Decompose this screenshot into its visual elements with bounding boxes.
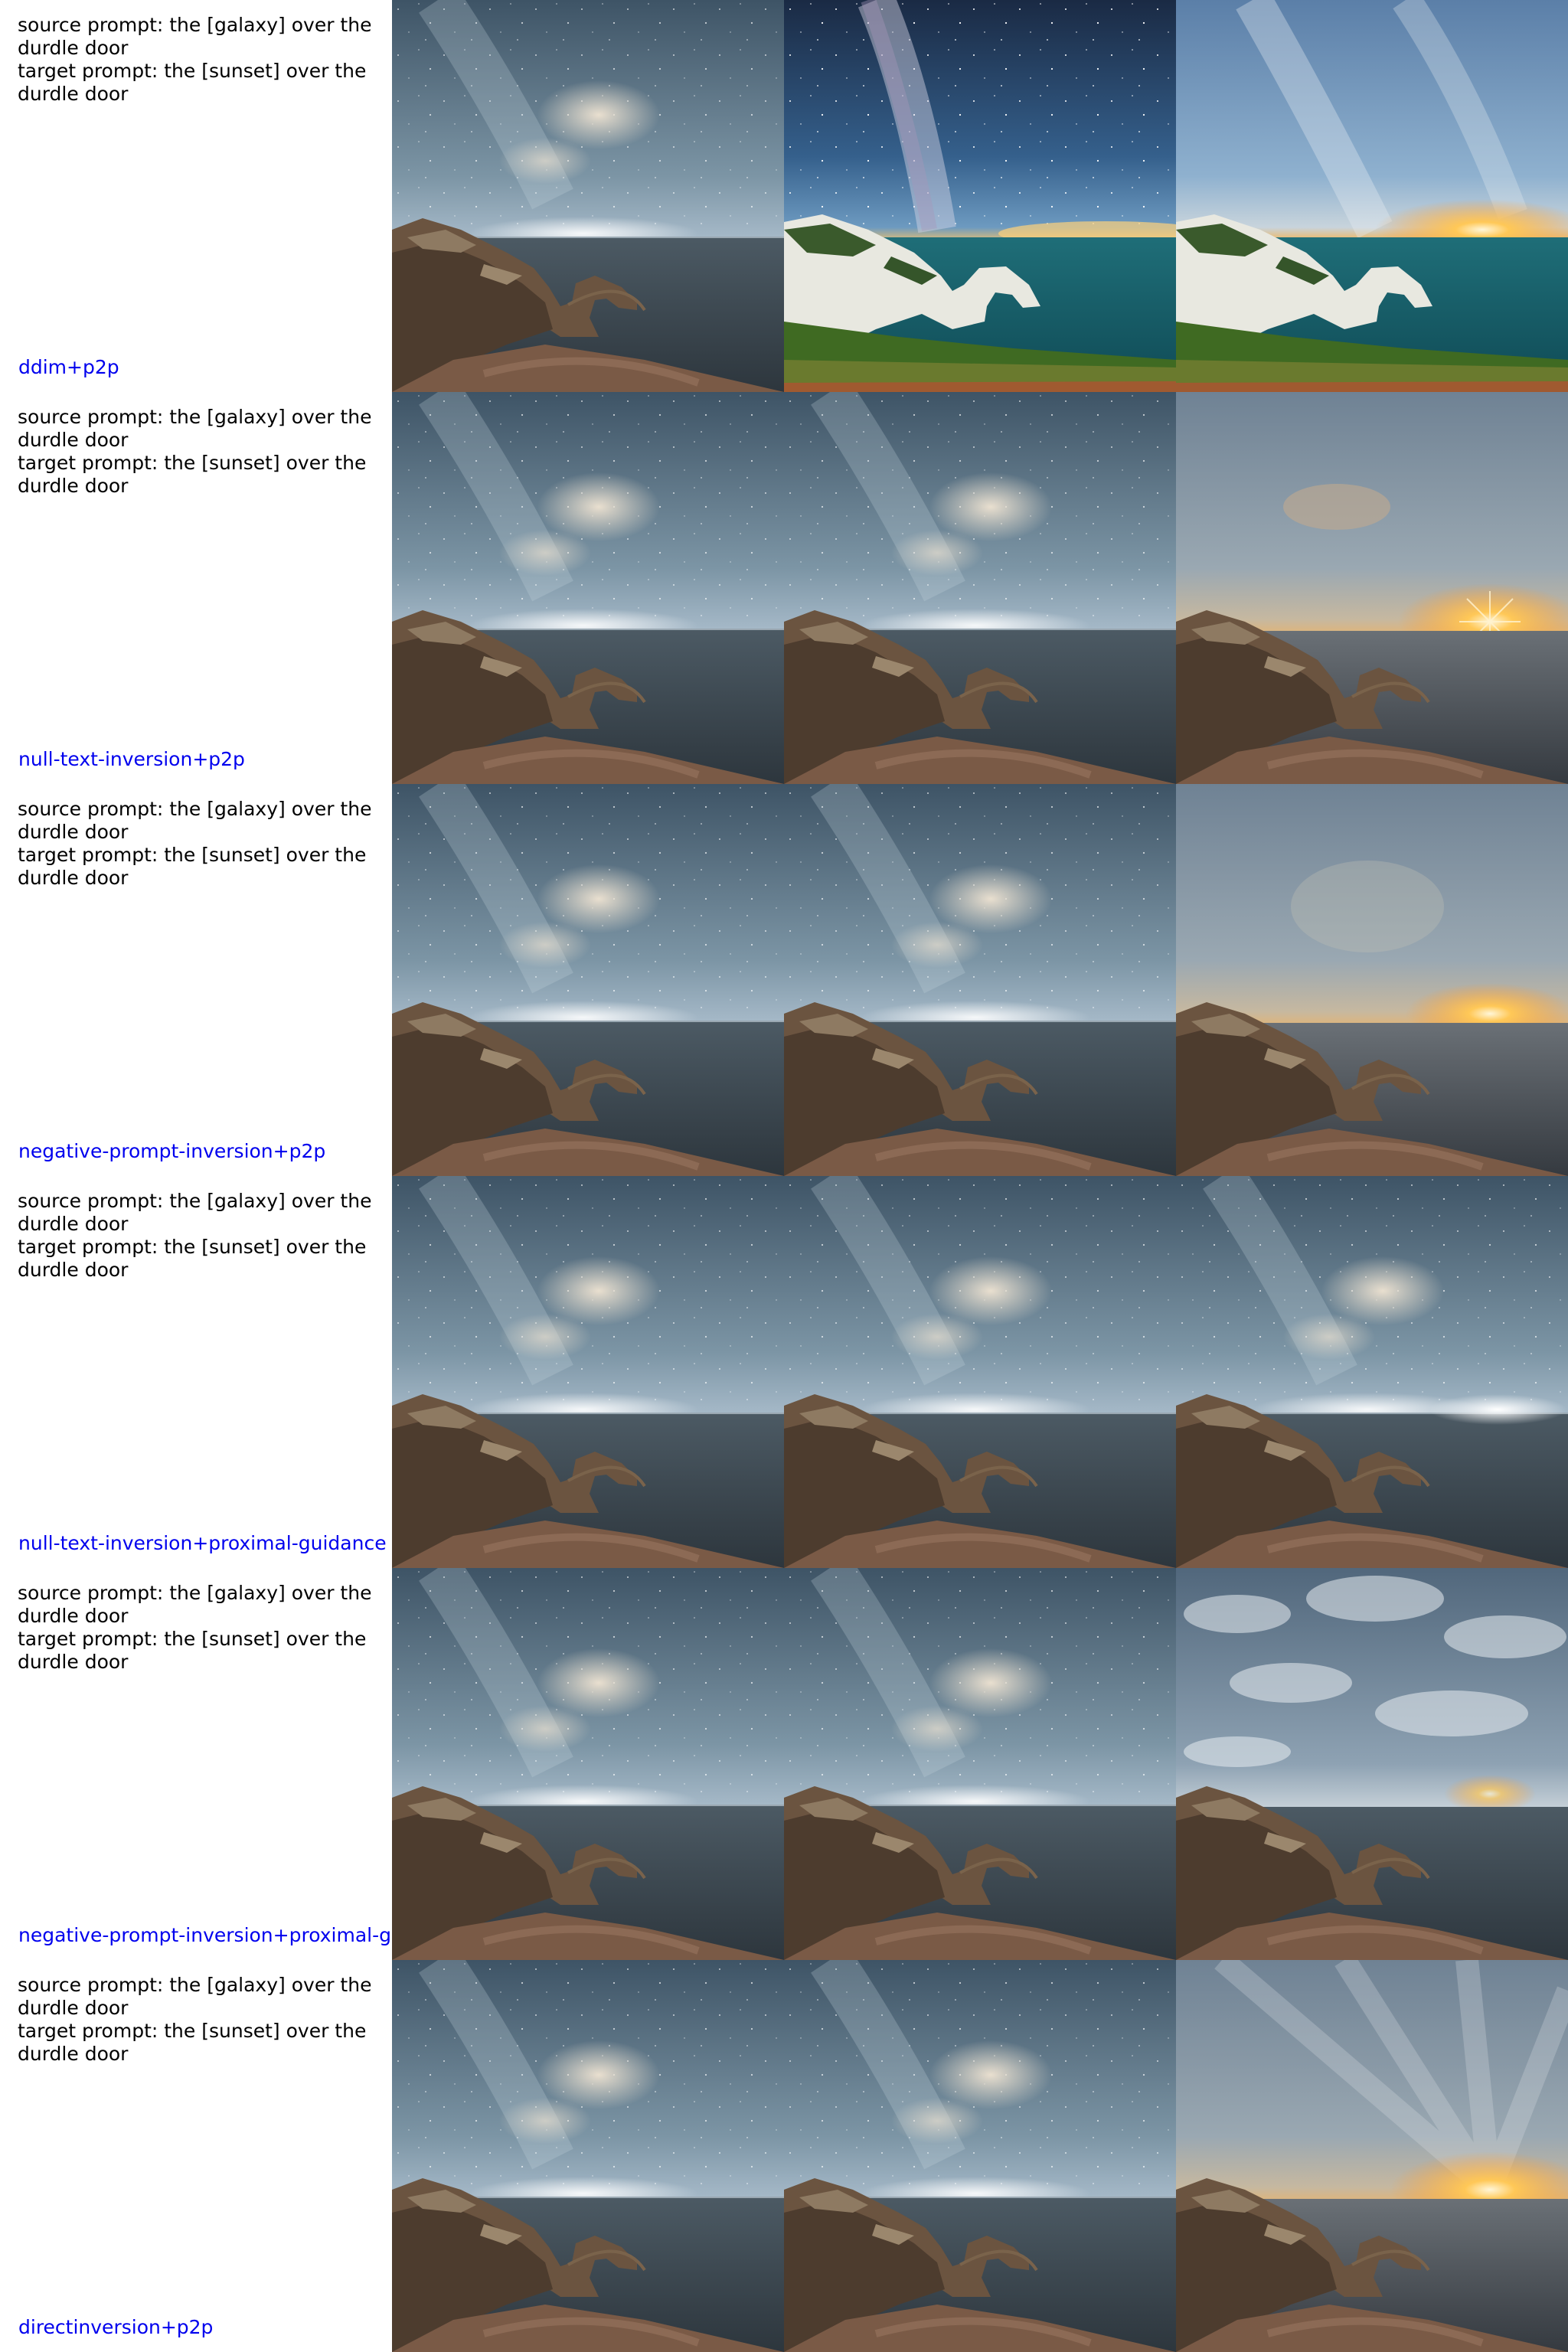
- source-image: [392, 1176, 784, 1568]
- method-label: null-text-inversion+p2p: [18, 748, 245, 770]
- edited-image: [1176, 1960, 1568, 2352]
- row-label-panel: source prompt: the [galaxy] over the dur…: [0, 0, 392, 392]
- target-prompt: target prompt: the [sunset] over the dur…: [18, 60, 367, 105]
- result-row-null-text-inversion-p2p: source prompt: the [galaxy] over the dur…: [0, 392, 1568, 784]
- source-prompt: source prompt: the [galaxy] over the dur…: [18, 798, 372, 843]
- result-row-negative-prompt-inversion-p2p: source prompt: the [galaxy] over the dur…: [0, 784, 1568, 1176]
- method-label: negative-prompt-inversion+proximal-g: [18, 1924, 391, 1946]
- source-prompt: source prompt: the [galaxy] over the dur…: [18, 14, 372, 59]
- source-image: [392, 392, 784, 784]
- source-image: [392, 1568, 784, 1960]
- reconstructed-image: [784, 0, 1176, 392]
- source-prompt: source prompt: the [galaxy] over the dur…: [18, 1190, 372, 1235]
- edited-image: [1176, 1568, 1568, 1960]
- row-label-panel: source prompt: the [galaxy] over the dur…: [0, 1568, 392, 1960]
- target-prompt: target prompt: the [sunset] over the dur…: [18, 1236, 367, 1281]
- source-image: [392, 0, 784, 392]
- result-row-directinversion-p2p: source prompt: the [galaxy] over the dur…: [0, 1960, 1568, 2352]
- method-label: directinversion+p2p: [18, 2316, 214, 2338]
- result-row-ddim-p2p: source prompt: the [galaxy] over the dur…: [0, 0, 1568, 392]
- result-row-null-text-inversion-proximal-guidance: source prompt: the [galaxy] over the dur…: [0, 1176, 1568, 1568]
- source-prompt: source prompt: the [galaxy] over the dur…: [18, 1974, 372, 2019]
- result-row-negative-prompt-inversion-proximal-guidance: source prompt: the [galaxy] over the dur…: [0, 1568, 1568, 1960]
- row-label-panel: source prompt: the [galaxy] over the dur…: [0, 784, 392, 1176]
- source-image: [392, 784, 784, 1176]
- edited-image: [1176, 392, 1568, 784]
- reconstructed-image: [784, 1960, 1176, 2352]
- source-prompt: source prompt: the [galaxy] over the dur…: [18, 406, 372, 451]
- reconstructed-image: [784, 392, 1176, 784]
- edited-image: [1176, 0, 1568, 392]
- source-prompt: source prompt: the [galaxy] over the dur…: [18, 1582, 372, 1627]
- row-label-panel: source prompt: the [galaxy] over the dur…: [0, 1176, 392, 1568]
- method-label: ddim+p2p: [18, 356, 119, 378]
- reconstructed-image: [784, 1568, 1176, 1960]
- row-label-panel: source prompt: the [galaxy] over the dur…: [0, 1960, 392, 2352]
- reconstructed-image: [784, 1176, 1176, 1568]
- target-prompt: target prompt: the [sunset] over the dur…: [18, 1628, 367, 1673]
- target-prompt: target prompt: the [sunset] over the dur…: [18, 844, 367, 889]
- target-prompt: target prompt: the [sunset] over the dur…: [18, 452, 367, 497]
- edited-image: [1176, 784, 1568, 1176]
- reconstructed-image: [784, 784, 1176, 1176]
- method-label: null-text-inversion+proximal-guidance: [18, 1532, 387, 1554]
- method-label: negative-prompt-inversion+p2p: [18, 1140, 326, 1162]
- target-prompt: target prompt: the [sunset] over the dur…: [18, 2020, 367, 2065]
- source-image: [392, 1960, 784, 2352]
- edited-image: [1176, 1176, 1568, 1568]
- row-label-panel: source prompt: the [galaxy] over the dur…: [0, 392, 392, 784]
